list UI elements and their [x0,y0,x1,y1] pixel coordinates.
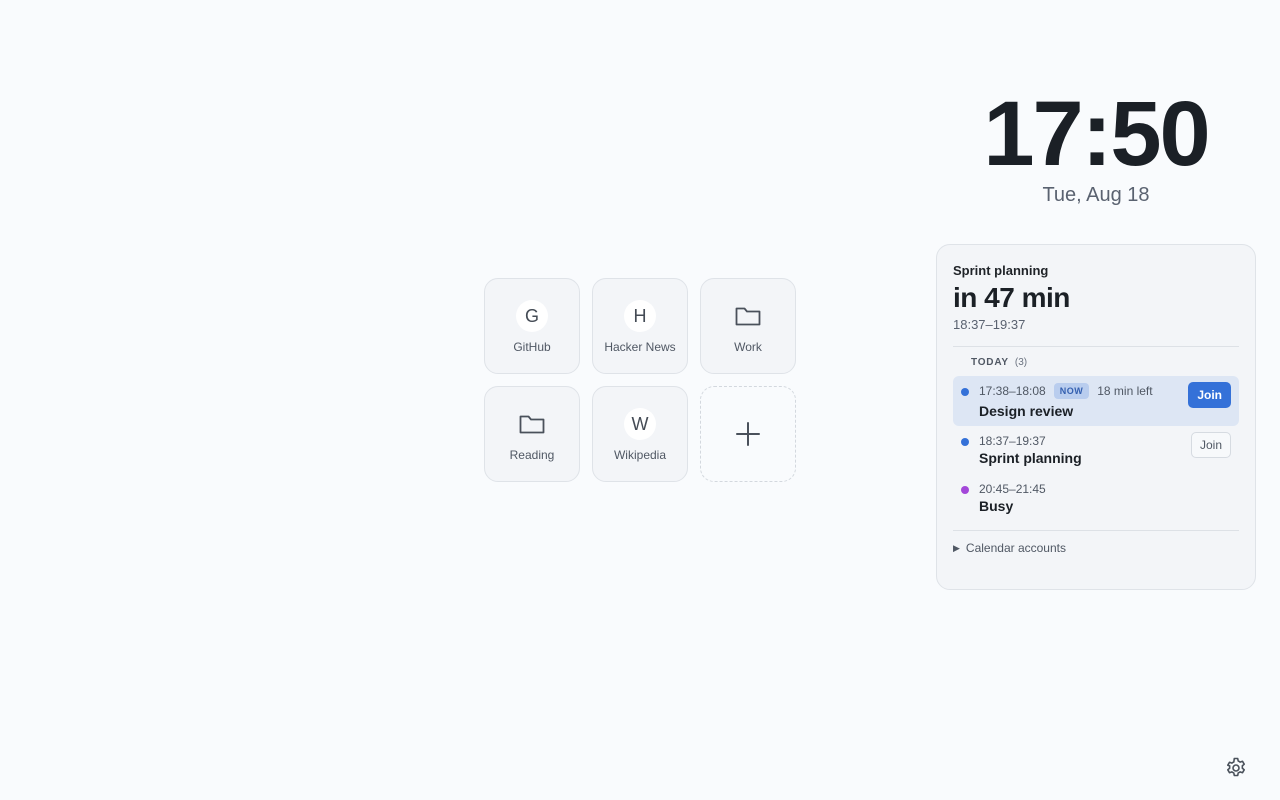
event-color-dot [961,388,969,396]
divider [953,346,1239,347]
event-time: 20:45–21:45 [979,482,1046,496]
now-badge: NOW [1053,383,1090,399]
shortcut-label: GitHub [513,340,551,354]
event-color-dot [961,486,969,494]
letter-icon: G [516,300,548,332]
event-color-dot [961,438,969,446]
next-event-countdown: in 47 min [953,282,1070,313]
join-button[interactable]: Join [1188,382,1231,408]
settings-button[interactable] [1224,756,1248,780]
shortcut-reading[interactable]: Reading [484,386,580,482]
plus-icon [736,422,760,446]
section-count: (3) [1014,357,1028,368]
shortcut-label: Hacker News [604,340,676,354]
shortcut-github[interactable]: G GitHub [484,278,580,374]
letter-icon: H [624,300,656,332]
event-item-busy[interactable]: 20:45–21:45 Busy [953,474,1239,522]
triangle-right-icon: ▶ [953,542,960,553]
section-label: TODAY [971,357,1009,368]
shortcut-hacker-news[interactable]: H Hacker News [592,278,688,374]
shortcut-label: Reading [509,448,555,462]
event-remaining: 18 min left [1097,384,1153,398]
shortcut-wikipedia[interactable]: W Wikipedia [592,386,688,482]
calendar-accounts-label: Calendar accounts [965,541,1066,555]
letter-icon: W [624,408,656,440]
next-event-title: Sprint planning [953,263,1049,278]
folder-icon [516,408,548,440]
event-title: Busy [979,498,1014,514]
add-shortcut-button[interactable] [700,386,796,482]
event-time: 18:37–19:37 [979,434,1046,448]
clock: 17:50 Tue, Aug 18 [976,86,1216,207]
join-button[interactable]: Join [1190,432,1231,458]
next-event-time: 18:37–19:37 [953,317,1026,332]
calendar-card: Sprint planning in 47 min 18:37–19:37 TO… [936,244,1256,590]
calendar-accounts-toggle[interactable]: ▶ Calendar accounts [953,541,1239,555]
folder-icon [732,300,764,332]
shortcut-work[interactable]: Work [700,278,796,374]
event-time: 17:38–18:08 [979,384,1046,398]
event-item-design-review[interactable]: 17:38–18:08 NOW 18 min left Design revie… [953,376,1239,426]
clock-date: Tue, Aug 18 [1042,184,1150,206]
divider [953,530,1239,531]
clock-time: 17:50 [983,83,1210,185]
shortcut-grid: G GitHub H Hacker News Work Reading W Wi… [484,278,796,482]
event-list: 17:38–18:08 NOW 18 min left Design revie… [953,376,1239,522]
gear-icon [1227,757,1245,777]
shortcut-label: Work [734,340,762,354]
shortcut-label: Wikipedia [613,448,667,462]
today-section-header: TODAY (3) [971,357,1239,368]
event-item-sprint-planning[interactable]: 18:37–19:37 Sprint planning Join [953,426,1239,474]
